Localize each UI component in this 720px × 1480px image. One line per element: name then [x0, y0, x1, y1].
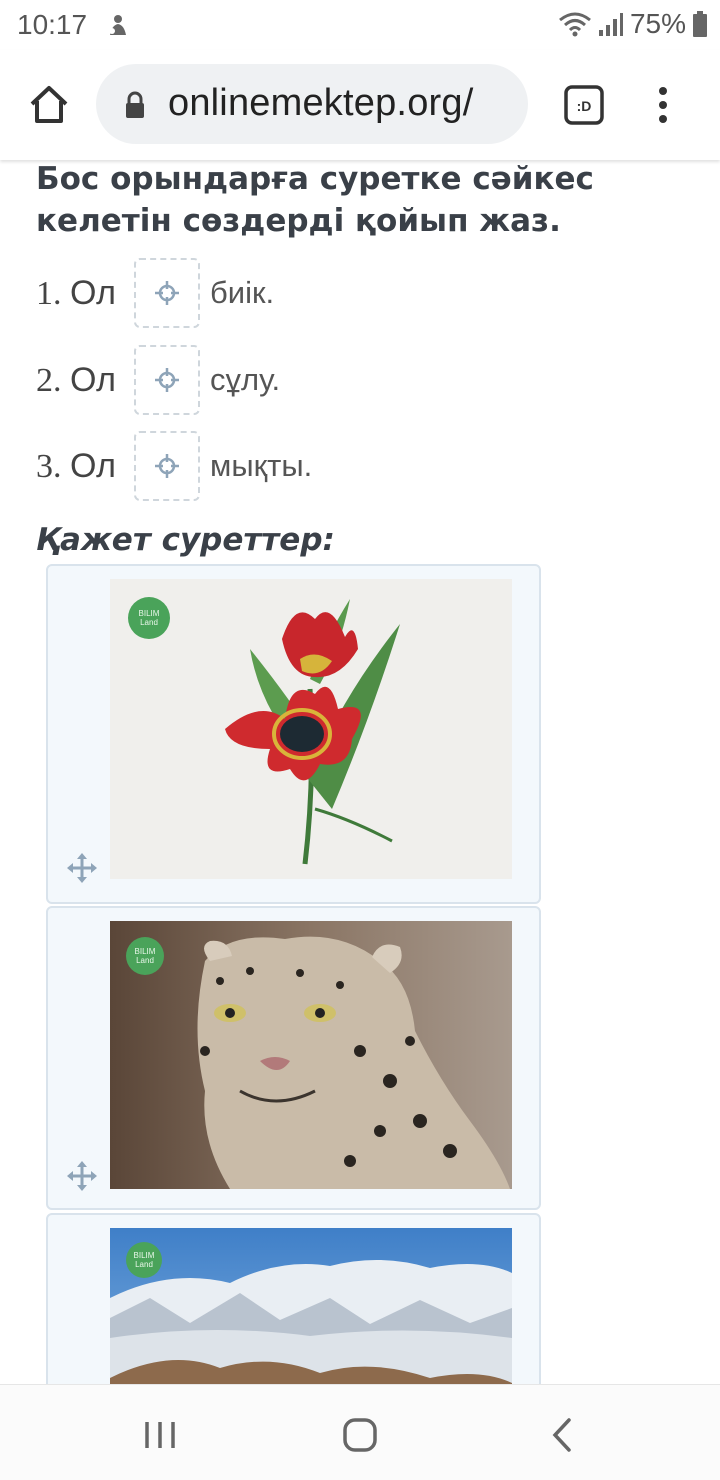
question-number: 2.: [36, 361, 62, 399]
draggable-image-card[interactable]: BILIM Land: [46, 564, 541, 904]
images-heading: Қажет суреттер:: [36, 522, 335, 558]
browser-toolbar: onlinemektep.org/ :D: [0, 50, 720, 160]
status-bar: 10:17 75%: [0, 0, 720, 50]
battery-icon: [693, 11, 707, 37]
question-row: 3. Ол мықты.: [36, 431, 312, 501]
recent-apps-icon[interactable]: [140, 1415, 180, 1455]
bilimland-logo: BILIM Land: [126, 937, 164, 975]
tulip-flower-image: BILIM Land: [110, 579, 512, 879]
crosshair-icon: [155, 368, 179, 392]
bilimland-logo: BILIM Land: [128, 597, 170, 639]
url-text: onlinemektep.org/: [168, 82, 474, 124]
question-ending: биік.: [210, 275, 275, 310]
wifi-icon: [559, 12, 591, 37]
question-subject: Ол: [70, 273, 116, 312]
crosshair-icon: [155, 281, 179, 305]
status-time: 10:17: [17, 9, 88, 40]
battery-percent: 75%: [629, 8, 686, 39]
overflow-menu-icon[interactable]: [648, 84, 678, 126]
move-icon[interactable]: [66, 1160, 98, 1192]
snowy-mountains-image: BILIM Land: [110, 1228, 512, 1384]
answer-drop-zone[interactable]: [134, 431, 200, 501]
home-nav-icon[interactable]: [340, 1415, 380, 1455]
page-content: Бос орындарға суретке сәйкес келетін сөз…: [0, 160, 720, 1384]
exercise-instruction: Бос орындарға суретке сәйкес келетін сөз…: [36, 161, 594, 239]
question-ending: мықты.: [210, 448, 313, 483]
move-icon[interactable]: [66, 852, 98, 884]
notification-icon: [109, 15, 126, 35]
crosshair-icon: [155, 454, 179, 478]
bilimland-logo: BILIM Land: [126, 1242, 162, 1278]
status-icons: 75%: [558, 8, 708, 40]
question-subject: Ол: [70, 360, 116, 399]
snow-leopard-image: BILIM Land: [110, 921, 512, 1189]
question-prefix: 2. Ол: [36, 361, 134, 400]
answer-drop-zone[interactable]: [134, 345, 200, 415]
signal-icon: [598, 13, 623, 36]
system-nav-bar: [0, 1384, 720, 1480]
lock-icon: [126, 91, 144, 118]
answer-drop-zone[interactable]: [134, 258, 200, 328]
question-prefix: 3. Ол: [36, 447, 134, 486]
question-number: 3.: [36, 447, 62, 485]
address-bar[interactable]: onlinemektep.org/: [96, 64, 528, 144]
question-ending: сұлу.: [210, 362, 281, 397]
tab-switcher-icon[interactable]: :D: [563, 84, 605, 126]
home-icon[interactable]: [24, 80, 74, 130]
draggable-image-card[interactable]: BILIM Land: [46, 1213, 541, 1384]
draggable-image-card[interactable]: BILIM Land: [46, 906, 541, 1210]
question-subject: Ол: [70, 446, 116, 485]
question-prefix: 1. Ол: [36, 274, 134, 313]
question-row: 2. Ол сұлу.: [36, 345, 280, 415]
question-row: 1. Ол биік.: [36, 258, 274, 328]
svg-text::D: :D: [577, 98, 592, 114]
question-number: 1.: [36, 274, 62, 312]
back-icon[interactable]: [543, 1415, 583, 1455]
